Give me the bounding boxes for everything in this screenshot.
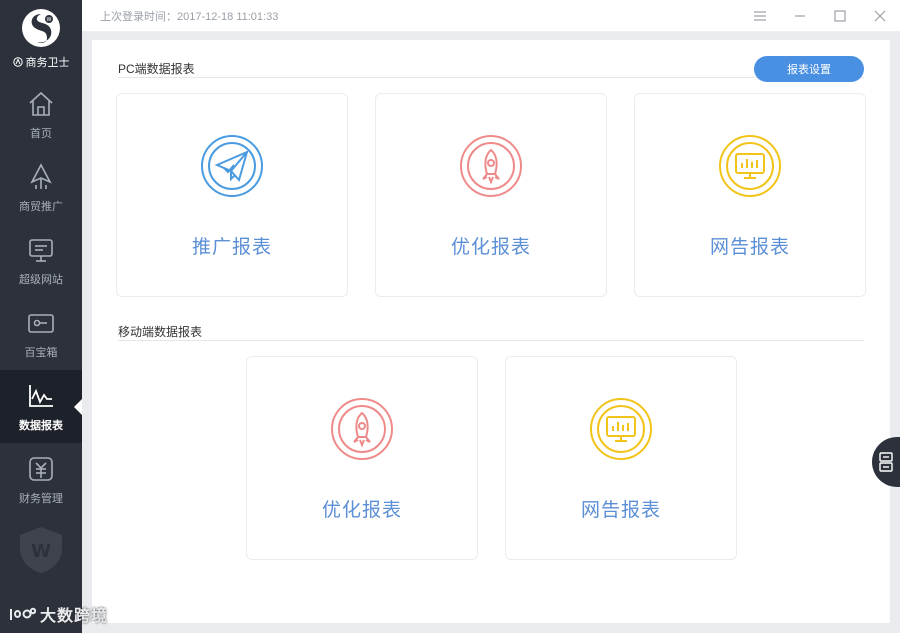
- card-title: 推广报表: [191, 237, 272, 258]
- sidebar-item-label: 首页: [30, 127, 52, 140]
- brand-name: 商务卫士: [12, 54, 70, 70]
- hamburger-icon: [754, 10, 766, 21]
- watermark-logo-icon: [10, 607, 36, 620]
- maximize-button[interactable]: [820, 0, 860, 32]
- card-icon: [589, 397, 653, 461]
- sidebar-item-reports[interactable]: 数据报表: [0, 370, 82, 443]
- brand-name-text: 商务卫士: [25, 57, 70, 69]
- report-settings-button[interactable]: 报表设置: [754, 56, 864, 82]
- close-button[interactable]: [860, 0, 900, 32]
- rocket-icon: [460, 135, 522, 197]
- card-title: 网告报表: [709, 237, 790, 258]
- sidebar-item-toolbox[interactable]: 百宝箱: [0, 297, 82, 370]
- sidebar-item-website[interactable]: 超级网站: [0, 224, 82, 297]
- monitor-icon: [719, 135, 781, 197]
- rocket-icon: [331, 398, 393, 460]
- card-mobile-ad-report[interactable]: 网告报表: [505, 356, 737, 560]
- svg-text:W: W: [47, 17, 52, 23]
- card-icon: [330, 397, 394, 461]
- maximize-icon: [834, 9, 846, 22]
- paper-plane-icon: [201, 135, 263, 197]
- finance-icon: [29, 456, 53, 481]
- card-promotion-report[interactable]: 推广报表: [116, 93, 348, 297]
- watermark-text: 大数跨境: [40, 608, 109, 625]
- sidebar-item-label: 数据报表: [19, 419, 63, 432]
- watermark: 大数跨境: [8, 603, 128, 625]
- card-icon: [459, 134, 523, 198]
- mobile-section-title: 移动端数据报表: [118, 325, 203, 339]
- sidebar-item-finance[interactable]: 财务管理: [0, 443, 82, 516]
- card-title: 网告报表: [580, 500, 661, 521]
- feedback-icon: [879, 452, 893, 472]
- shield-watermark-icon: W: [20, 527, 62, 573]
- minimize-icon: [795, 14, 805, 17]
- minimize-button[interactable]: [780, 0, 820, 32]
- card-title: 优化报表: [321, 500, 402, 521]
- card-icon: [718, 134, 782, 198]
- sidebar-item-home[interactable]: 首页: [0, 78, 82, 151]
- window-controls: [740, 0, 900, 32]
- card-ad-report[interactable]: 网告报表: [634, 93, 866, 297]
- sidebar-item-label: 超级网站: [19, 273, 63, 286]
- sidebar-item-label: 财务管理: [19, 492, 63, 505]
- monitor-icon: [590, 398, 652, 460]
- titlebar: 上次登录时间：2017-12-18 11:01:33: [82, 0, 900, 32]
- mobile-section-header: 移动端数据报表: [118, 311, 864, 341]
- pc-section-title: PC端数据报表: [118, 62, 195, 76]
- brand-logo-icon: W: [22, 9, 60, 47]
- svg-text:W: W: [31, 541, 51, 562]
- brand-mini-icon: [12, 57, 23, 67]
- home-icon: [29, 91, 53, 116]
- card-mobile-optimization-report[interactable]: 优化报表: [246, 356, 478, 560]
- last-login-time: 上次登录时间：2017-12-18 11:01:33: [100, 10, 279, 23]
- close-icon: [874, 10, 886, 21]
- website-icon: [29, 238, 53, 262]
- main-panel: PC端数据报表 报表设置 推广报表 优化报表 网告报表 移动端数据报表 优化报表…: [92, 40, 890, 623]
- brand: W 商务卫士: [0, 0, 82, 78]
- pc-section-header: PC端数据报表 报表设置: [118, 48, 864, 82]
- card-title: 优化报表: [450, 237, 531, 258]
- sidebar-item-label: 百宝箱: [24, 346, 58, 359]
- sidebar-item-promotion[interactable]: 商贸推广: [0, 151, 82, 224]
- menu-button[interactable]: [740, 0, 780, 32]
- sidebar: W 商务卫士 首页 商贸推广 超级网站 百宝箱 数据报表 财务管理 W: [0, 0, 82, 633]
- card-icon: [200, 134, 264, 198]
- toolbox-icon: [28, 313, 54, 333]
- chart-icon: [29, 384, 53, 407]
- promotion-icon: [30, 162, 52, 189]
- card-optimization-report[interactable]: 优化报表: [375, 93, 607, 297]
- sidebar-item-label: 商贸推广: [19, 200, 63, 213]
